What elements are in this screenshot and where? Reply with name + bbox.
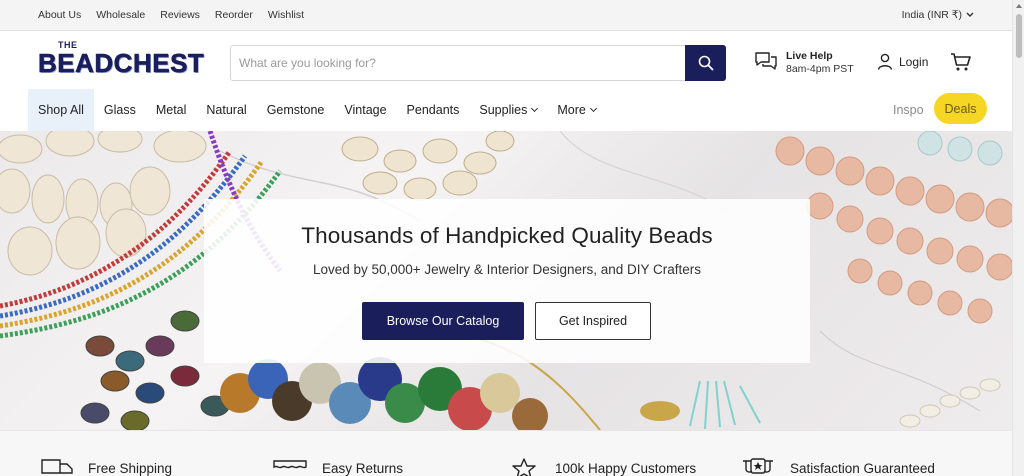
main-navigation: Shop All Glass Metal Natural Gemstone Vi… (0, 89, 1012, 131)
chevron-down-icon (531, 104, 539, 113)
star-icon (512, 458, 536, 476)
nav-item-pendants[interactable]: Pendants (397, 89, 470, 131)
wishlist-link[interactable]: Wishlist (268, 9, 304, 21)
feature-label: Satisfaction Guaranteed (790, 460, 935, 476)
user-icon (877, 53, 893, 70)
currency-label: India (INR ₹) (901, 9, 962, 21)
nav-item-glass[interactable]: Glass (94, 89, 146, 131)
login-button[interactable]: Login (877, 53, 928, 70)
hero-card: Thousands of Handpicked Quality Beads Lo… (204, 199, 810, 363)
login-label: Login (899, 54, 929, 69)
nav-item-label: More (557, 103, 586, 117)
returns-box-icon (273, 460, 307, 469)
feature-label: Free Shipping (88, 460, 173, 476)
scroll-up-arrow-icon[interactable] (1016, 4, 1022, 8)
reorder-link[interactable]: Reorder (215, 9, 253, 21)
nav-item-more[interactable]: More (547, 89, 605, 131)
beadchest-logo[interactable]: THE BEADCHEST (38, 40, 214, 82)
features-strip: Free Shipping Easy Returns 100k Happy Cu… (0, 430, 1012, 476)
nav-items: Shop All Glass Metal Natural Gemstone Vi… (28, 89, 606, 131)
about-us-link[interactable]: About Us (38, 9, 81, 21)
chevron-down-icon (966, 12, 974, 17)
deals-label: Deals (944, 101, 977, 116)
live-help-text: Live Help 8am-4pm PST (786, 50, 854, 76)
nav-item-shop-all[interactable]: Shop All (28, 89, 94, 131)
nav-item-label: Glass (103, 103, 136, 117)
page-scrollbar[interactable] (1012, 0, 1024, 476)
search-button[interactable] (685, 45, 726, 81)
search-input[interactable] (231, 46, 686, 80)
feature-happy-customers: 100k Happy Customers (507, 457, 696, 476)
search-bar (230, 45, 726, 81)
shopping-cart-icon (951, 53, 971, 71)
utility-links: About Us Wholesale Reviews Reorder Wishl… (38, 9, 304, 21)
get-inspired-button[interactable]: Get Inspired (535, 302, 651, 340)
inspo-link[interactable]: Inspo (893, 103, 924, 117)
feature-satisfaction: Satisfaction Guaranteed (740, 457, 935, 476)
nav-item-label: Vintage (344, 103, 387, 117)
hero-title: Thousands of Handpicked Quality Beads (301, 223, 713, 248)
site-header: THE BEADCHEST Live Help 8am-4pm PST Logi… (0, 31, 1012, 89)
hero-subtitle: Loved by 50,000+ Jewelry & Interior Desi… (312, 262, 702, 277)
scrollbar-thumb[interactable] (1016, 14, 1022, 58)
top-utility-bar: About Us Wholesale Reviews Reorder Wishl… (0, 0, 1012, 31)
nav-item-label: Pendants (406, 103, 460, 117)
cart-button[interactable] (950, 52, 972, 77)
nav-item-label: Gemstone (266, 103, 325, 117)
chevron-down-icon (589, 104, 597, 113)
logo-wordmark: BEADCHEST (38, 48, 205, 79)
search-icon (698, 55, 713, 71)
chat-bubbles-icon (755, 52, 777, 70)
feature-easy-returns: Easy Returns (272, 457, 403, 476)
award-icon (743, 458, 773, 474)
nav-item-metal[interactable]: Metal (146, 89, 197, 131)
live-help-title: Live Help (786, 50, 833, 62)
nav-item-vintage[interactable]: Vintage (334, 89, 396, 131)
wholesale-link[interactable]: Wholesale (96, 9, 145, 21)
feature-free-shipping: Free Shipping (40, 457, 172, 476)
truck-icon (41, 459, 73, 474)
live-help[interactable]: Live Help 8am-4pm PST (754, 50, 854, 76)
nav-item-gemstone[interactable]: Gemstone (257, 89, 335, 131)
feature-label: 100k Happy Customers (555, 460, 697, 476)
browse-catalog-button[interactable]: Browse Our Catalog (362, 302, 524, 340)
nav-item-label: Metal (155, 103, 187, 117)
deals-button[interactable]: Deals (934, 93, 987, 124)
hero-banner: Thousands of Handpicked Quality Beads Lo… (0, 131, 1012, 430)
currency-selector[interactable]: India (INR ₹) (902, 9, 974, 21)
feature-label: Easy Returns (322, 460, 404, 476)
nav-item-natural[interactable]: Natural (196, 89, 256, 131)
nav-item-supplies[interactable]: Supplies (469, 89, 547, 131)
live-help-hours: 8am-4pm PST (786, 63, 854, 75)
nav-item-label: Supplies (479, 103, 528, 117)
nav-item-label: Natural (206, 103, 247, 117)
reviews-link[interactable]: Reviews (160, 9, 200, 21)
nav-item-label: Shop All (38, 103, 84, 117)
